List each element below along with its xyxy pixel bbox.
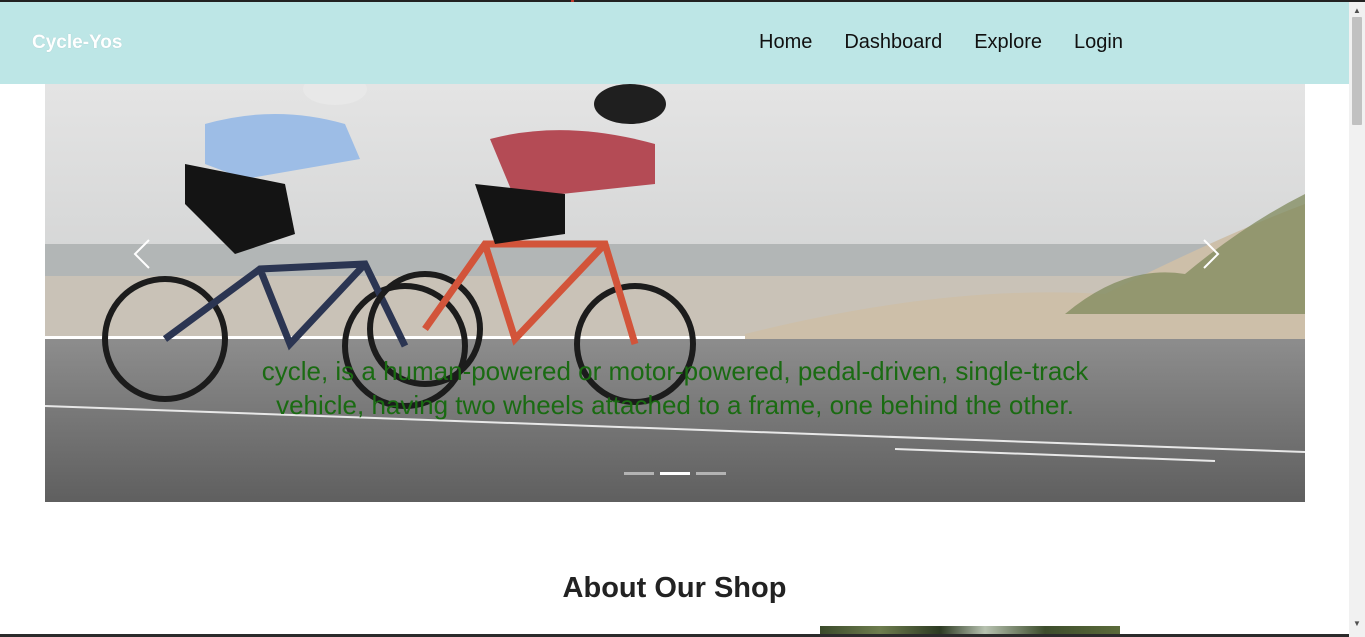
hero-carousel: cycle, is a human-powered or motor-power… — [45, 84, 1305, 502]
chevron-right-icon — [1203, 239, 1220, 269]
carousel-prev-button[interactable] — [123, 234, 163, 274]
carousel-indicator-2[interactable] — [660, 472, 690, 475]
nav-link-dashboard[interactable]: Dashboard — [844, 31, 942, 54]
carousel-indicator-1[interactable] — [624, 472, 654, 475]
carousel-next-button[interactable] — [1190, 234, 1230, 274]
navbar: Cycle-Yos Home Dashboard Explore Login — [0, 2, 1349, 84]
chevron-left-icon — [133, 239, 150, 269]
carousel-indicators — [624, 472, 726, 475]
nav-link-explore[interactable]: Explore — [974, 31, 1042, 54]
scroll-thumb[interactable] — [1352, 17, 1362, 125]
brand-logo[interactable]: Cycle-Yos — [32, 32, 122, 54]
carousel-caption: cycle, is a human-powered or motor-power… — [261, 356, 1089, 420]
scroll-up-arrow-icon[interactable]: ▲ — [1352, 6, 1362, 16]
about-section-title: About Our Shop — [562, 572, 787, 604]
page-scrollbar[interactable]: ▲ ▼ — [1349, 2, 1365, 637]
page: Cycle-Yos Home Dashboard Explore Login c… — [0, 0, 1365, 637]
nav-link-login[interactable]: Login — [1074, 31, 1123, 54]
nav-link-home[interactable]: Home — [759, 31, 812, 54]
nav-links: Home Dashboard Explore Login — [759, 31, 1123, 54]
cyclists-photo — [45, 84, 1305, 502]
scroll-down-arrow-icon[interactable]: ▼ — [1352, 619, 1362, 629]
carousel-indicator-3[interactable] — [696, 472, 726, 475]
